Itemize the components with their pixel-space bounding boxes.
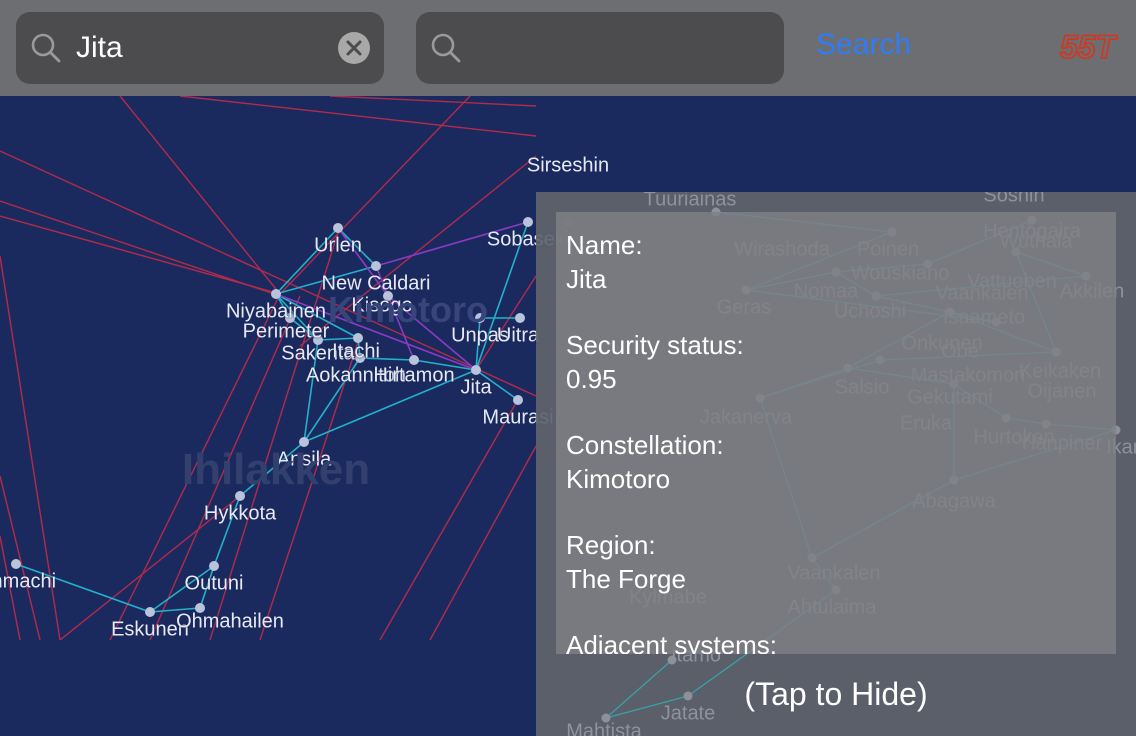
name-label: Name: [566, 228, 1106, 262]
adjacent-section: Adjacent systems: [566, 628, 1106, 654]
destination-search-field[interactable] [416, 12, 784, 84]
system-node[interactable] [209, 561, 219, 571]
region-gate-line [0, 216, 280, 294]
system-node[interactable] [523, 217, 533, 227]
destination-search-input[interactable] [476, 26, 736, 70]
star-map[interactable]: UrlenNew CaldariKisogoNiyabainenPerimete… [0, 96, 1136, 640]
system-label[interactable]: Uitra [497, 325, 539, 348]
region-value: The Forge [566, 562, 1106, 596]
security-section: Security status: 0.95 [566, 328, 1106, 396]
constellation-value: Kimotoro [566, 462, 1106, 496]
name-value: Jita [566, 262, 1106, 296]
system-node[interactable] [11, 559, 21, 569]
background-system-label: Mahtista [566, 721, 642, 736]
adjacent-label: Adjacent systems: [566, 628, 1106, 654]
clear-icon[interactable] [338, 32, 370, 64]
system-node[interactable] [409, 355, 419, 365]
background-system-label: Soshin [983, 192, 1044, 208]
system-label[interactable]: Hirtamon [373, 365, 454, 388]
security-label: Security status: [566, 328, 1106, 362]
constellation-watermark: Kimotoro [328, 289, 488, 331]
search-icon [430, 32, 462, 64]
app-logo: 55T [1058, 26, 1118, 66]
system-search-input[interactable] [76, 26, 336, 70]
info-card: Name: Jita Security status: 0.95 Constel… [556, 212, 1116, 654]
region-section: Region: The Forge [566, 528, 1106, 596]
system-node[interactable] [333, 223, 343, 233]
system-node[interactable] [515, 313, 525, 323]
tap-to-hide-button[interactable]: (Tap to Hide) [536, 676, 1136, 713]
search-icon [30, 32, 62, 64]
search-button[interactable]: Search [816, 28, 911, 62]
system-node[interactable] [371, 261, 381, 271]
system-node[interactable] [471, 365, 481, 375]
region-gate-line [180, 96, 536, 136]
search-bar: Search 55T [0, 0, 1136, 96]
system-label[interactable]: Ohmahailen [176, 611, 284, 634]
region-watermark: Ihilakken [182, 445, 370, 495]
region-gate-line [0, 151, 536, 396]
system-label[interactable]: Urlen [314, 235, 362, 258]
region-gate-line [120, 96, 280, 294]
system-label[interactable]: Itachi [332, 341, 380, 364]
background-system-label: Tuuriainas [644, 192, 737, 212]
logo-text: 55T [1060, 29, 1118, 65]
system-label[interactable]: Sirseshin [527, 155, 609, 178]
region-gate-line [330, 96, 536, 106]
system-search-field[interactable] [16, 12, 384, 84]
system-node[interactable] [145, 607, 155, 617]
system-label[interactable]: Outuni [185, 573, 244, 596]
system-info-panel[interactable]: TuuriainasSoshinWirashodaPoinenHentogair… [536, 192, 1136, 736]
security-value: 0.95 [566, 362, 1106, 396]
system-node[interactable] [271, 289, 281, 299]
system-node[interactable] [513, 395, 523, 405]
system-label[interactable]: Jita [460, 377, 491, 400]
region-gate-line [430, 446, 536, 640]
system-label[interactable]: Ohmachi [0, 571, 56, 594]
region-label: Region: [566, 528, 1106, 562]
region-gate-line [0, 476, 40, 640]
constellation-section: Constellation: Kimotoro [566, 428, 1106, 496]
name-section: Name: Jita [566, 228, 1106, 296]
system-label[interactable]: Perimeter [243, 321, 330, 344]
system-label[interactable]: Hykkota [204, 503, 276, 526]
constellation-label: Constellation: [566, 428, 1106, 462]
